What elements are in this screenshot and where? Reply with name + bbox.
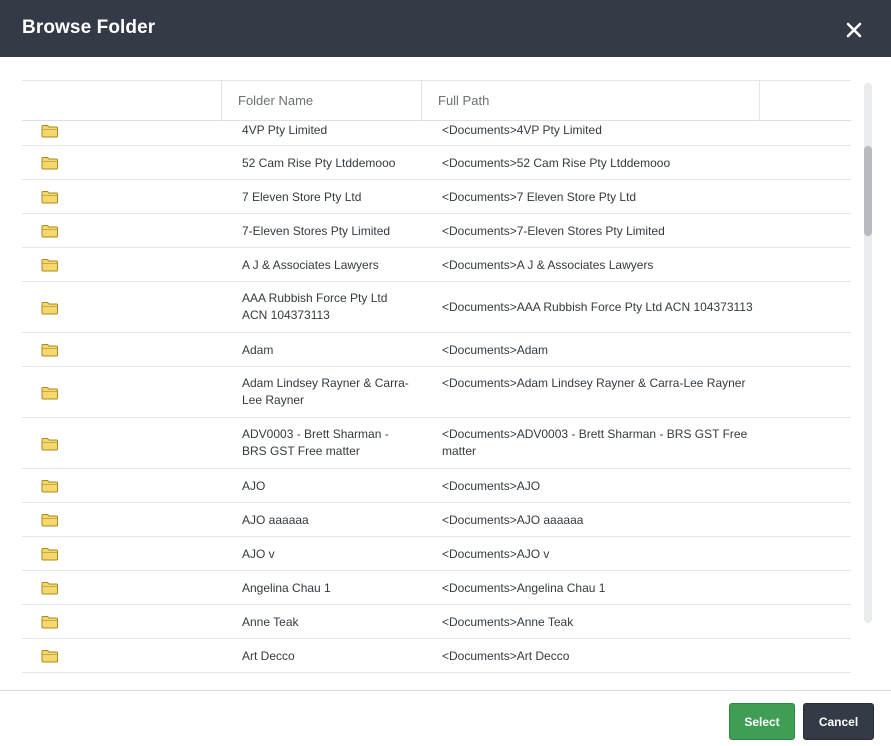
full-path-cell: <Documents>ADV0003 - Brett Sharman - BRS… (442, 427, 748, 458)
table-row[interactable]: Art Decco <Documents>Art Decco (22, 639, 851, 673)
table-row[interactable]: 4VP Pty Limited <Documents>4VP Pty Limite… (22, 107, 851, 146)
table-row[interactable]: 7-Eleven Stores Pty Limited <Documents>7-… (22, 214, 851, 248)
folder-name-cell: 7-Eleven Stores Pty Limited (242, 224, 391, 238)
scrollbar-thumb[interactable] (864, 146, 872, 236)
folder-name-cell: AJO aaaaaa (242, 513, 309, 527)
full-path-cell: <Documents>4VP Pty Limited (442, 123, 602, 137)
full-path-cell: <Documents>7-Eleven Stores Pty Limited (442, 224, 665, 238)
folder-icon (41, 581, 59, 595)
folder-name-cell: Angelina Chau 1 (242, 581, 331, 595)
table-row[interactable]: 7 Eleven Store Pty Ltd <Documents>7 Eleve… (22, 180, 851, 214)
folder-icon (41, 343, 59, 357)
full-path-cell: <Documents>Art Decco (442, 649, 570, 663)
folder-name-cell: AAA Rubbish Force Pty Ltd ACN 104373113 (242, 291, 388, 322)
folder-name-cell: Adam (242, 343, 274, 357)
table-row[interactable]: 52 Cam Rise Pty Ltddemooo <Documents>52 C… (22, 146, 851, 180)
folder-icon (41, 190, 59, 204)
full-path-cell: <Documents>A J & Associates Lawyers (442, 258, 654, 272)
footer-divider (0, 690, 891, 691)
folder-icon (41, 301, 59, 315)
folder-icon (41, 386, 59, 400)
folder-icon (41, 258, 59, 272)
table-row[interactable]: Adam Lindsey Rayner & Carra-Lee Rayner <D… (22, 367, 851, 418)
table-row[interactable]: Adam <Documents>Adam (22, 333, 851, 367)
folder-name-cell: ADV0003 - Brett Sharman - BRS GST Free m… (242, 427, 389, 458)
folder-icon (41, 224, 59, 238)
cancel-button[interactable]: Cancel (803, 703, 874, 740)
folder-icon (41, 547, 59, 561)
folder-icon (41, 124, 59, 138)
full-path-cell: <Documents>52 Cam Rise Pty Ltddemooo (442, 156, 671, 170)
folder-grid: Folder Name Full Path 4VP Pty Limited <Do… (22, 80, 851, 675)
full-path-cell: <Documents>Anne Teak (442, 615, 574, 629)
dialog-title: Browse Folder (22, 17, 156, 38)
folder-name-cell: 7 Eleven Store Pty Ltd (242, 190, 362, 204)
folder-name-cell: Anne Teak (242, 615, 299, 629)
table-row[interactable]: AJO aaaaaa <Documents>AJO aaaaaa (22, 503, 851, 537)
full-path-cell: <Documents>AAA Rubbish Force Pty Ltd ACN… (442, 300, 753, 314)
folder-name-cell: A J & Associates Lawyers (242, 258, 379, 272)
folder-name-cell: 52 Cam Rise Pty Ltddemooo (242, 156, 396, 170)
dialog-header: Browse Folder (0, 0, 891, 57)
folder-name-cell: AJO v (242, 547, 275, 561)
folder-name-cell: AJO (242, 479, 266, 493)
close-icon[interactable] (840, 16, 868, 44)
folder-name-cell: 4VP Pty Limited (242, 123, 328, 137)
scrollbar-track[interactable] (864, 83, 872, 623)
table-row[interactable]: Anne Teak <Documents>Anne Teak (22, 605, 851, 639)
folder-name-cell: Art Decco (242, 649, 295, 663)
full-path-cell: <Documents>Adam (442, 343, 549, 357)
full-path-cell: <Documents>Adam Lindsey Rayner & Carra-L… (442, 376, 746, 390)
folder-icon (41, 479, 59, 493)
full-path-cell: <Documents>AJO aaaaaa (442, 513, 584, 527)
folder-icon (41, 649, 59, 663)
table-row[interactable]: A J & Associates Lawyers <Documents>A J &… (22, 248, 851, 282)
table-row[interactable]: Angelina Chau 1 <Documents>Angelina Chau … (22, 571, 851, 605)
table-row[interactable]: ADV0003 - Brett Sharman - BRS GST Free m… (22, 418, 851, 469)
select-button[interactable]: Select (729, 703, 795, 740)
table-row[interactable]: AJO v <Documents>AJO v (22, 537, 851, 571)
table-row[interactable]: AAA Rubbish Force Pty Ltd ACN 104373113 <… (22, 282, 851, 333)
full-path-cell: <Documents>Angelina Chau 1 (442, 581, 606, 595)
full-path-cell: <Documents>AJO (442, 479, 541, 493)
folder-icon (41, 513, 59, 527)
full-path-cell: <Documents>7 Eleven Store Pty Ltd (442, 190, 637, 204)
full-path-cell: <Documents>AJO v (442, 547, 550, 561)
folder-icon (41, 156, 59, 170)
folder-icon (41, 615, 59, 629)
folder-icon (41, 437, 59, 451)
table-row[interactable]: AJO <Documents>AJO (22, 469, 851, 503)
folder-name-cell: Adam Lindsey Rayner & Carra-Lee Rayner (242, 376, 409, 407)
